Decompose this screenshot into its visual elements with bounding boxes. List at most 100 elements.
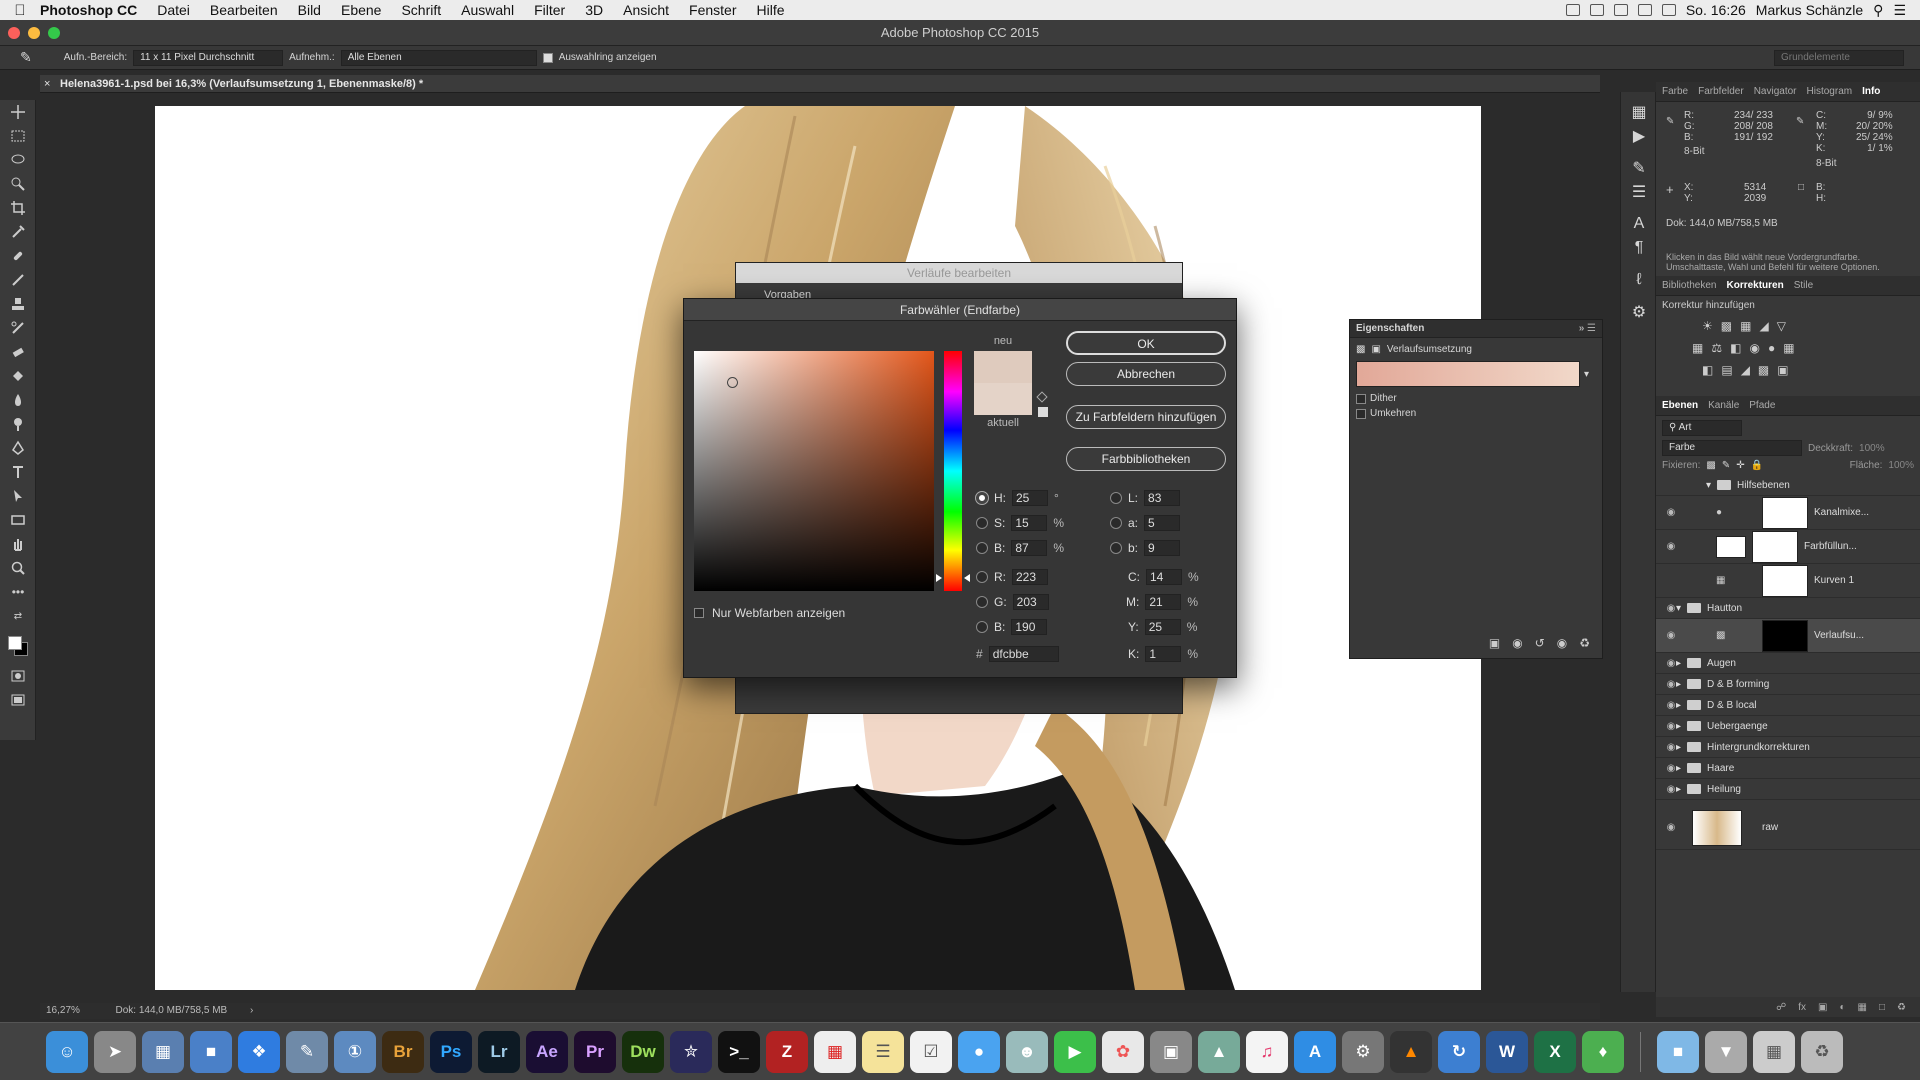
blue-radio[interactable]: [976, 621, 988, 633]
status-arrow-icon[interactable]: ›: [250, 1005, 253, 1016]
character-panel-icon[interactable]: A: [1621, 212, 1657, 236]
record-icon[interactable]: [1565, 4, 1580, 16]
red-radio[interactable]: [976, 571, 988, 583]
cyan-field[interactable]: 14: [1146, 569, 1182, 585]
after-effects-icon[interactable]: Ae: [526, 1030, 568, 1073]
web-safe-swatch-icon[interactable]: [1038, 407, 1048, 417]
lock-pixels-icon[interactable]: ▩: [1706, 460, 1715, 471]
tab-navigator[interactable]: Navigator: [1754, 86, 1797, 97]
drive-icon[interactable]: [1613, 4, 1628, 16]
eye-icon[interactable]: ◉: [1656, 679, 1686, 690]
magenta-field[interactable]: 21: [1145, 594, 1182, 610]
paragraph-panel-icon[interactable]: ¶: [1621, 236, 1657, 260]
hue-field[interactable]: 25: [1012, 490, 1048, 506]
yellow-field[interactable]: 25: [1144, 619, 1181, 635]
clip-icon[interactable]: ▣: [1489, 636, 1500, 650]
actions-panel-icon[interactable]: ▶: [1621, 124, 1657, 148]
dodge-tool[interactable]: [0, 412, 36, 436]
menu-schrift[interactable]: Schrift: [401, 2, 441, 18]
tab-farbe[interactable]: Farbe: [1662, 86, 1688, 97]
color-libraries-button[interactable]: Farbbibliotheken: [1066, 447, 1226, 471]
type-tool[interactable]: [0, 460, 36, 484]
photoshop-icon[interactable]: Ps: [430, 1030, 472, 1073]
properties-panel-icon[interactable]: ⚙: [1621, 300, 1657, 324]
current-color-swatch[interactable]: [974, 383, 1032, 415]
downloads-icon[interactable]: ▼: [1705, 1030, 1747, 1073]
photos-icon[interactable]: ✿: [1102, 1030, 1144, 1073]
close-tab-icon[interactable]: ×: [44, 75, 50, 93]
trash-dock-icon[interactable]: ♻: [1801, 1030, 1843, 1073]
mission-control-icon[interactable]: ▦: [142, 1030, 184, 1073]
invert-icon[interactable]: ◧: [1702, 363, 1713, 377]
lab-b-radio[interactable]: [1110, 542, 1122, 554]
excel-icon[interactable]: X: [1534, 1030, 1576, 1073]
eye-icon[interactable]: ◉: [1656, 603, 1686, 614]
menu-hilfe[interactable]: Hilfe: [757, 2, 785, 18]
workspace-select[interactable]: Grundelemente: [1774, 49, 1904, 66]
eyedropper-icon[interactable]: ✎: [20, 49, 32, 66]
new-layer-icon[interactable]: □: [1879, 1002, 1885, 1013]
mask-icon[interactable]: ▣: [1371, 344, 1380, 355]
swap-colors-icon[interactable]: ⇄: [0, 604, 36, 628]
teamviewer-icon[interactable]: ↻: [1438, 1030, 1480, 1073]
eyedropper-tool[interactable]: [0, 220, 36, 244]
documents-stack-icon[interactable]: ▦: [1753, 1030, 1795, 1073]
lightroom-icon[interactable]: Lr: [478, 1030, 520, 1073]
tab-korrekturen[interactable]: Korrekturen: [1726, 280, 1783, 291]
more-tools-icon[interactable]: •••: [0, 580, 36, 604]
bridge-icon[interactable]: Br: [382, 1030, 424, 1073]
move-tool[interactable]: [0, 100, 36, 124]
blue-field[interactable]: 190: [1011, 619, 1048, 635]
apple-icon[interactable]: : [0, 2, 40, 19]
menu-filter[interactable]: Filter: [534, 2, 565, 18]
hue-radio[interactable]: [975, 491, 989, 505]
tab-kanaele[interactable]: Kanäle: [1708, 400, 1739, 411]
eye-icon[interactable]: ◉: [1656, 700, 1686, 711]
lock-paint-icon[interactable]: ✎: [1722, 460, 1730, 471]
zoom-tool[interactable]: [0, 556, 36, 580]
channel-mixer-icon[interactable]: ●: [1768, 341, 1775, 355]
layer-group[interactable]: ◉ ▾ Hautton: [1656, 598, 1920, 619]
hue-slider-right-arrow[interactable]: [964, 574, 970, 582]
gradient-preview[interactable]: [1356, 361, 1580, 387]
layer-group[interactable]: ◉ ▸ D & B local: [1656, 695, 1920, 716]
filezilla-icon[interactable]: Z: [766, 1030, 808, 1073]
trash-icon[interactable]: ♻: [1897, 1002, 1906, 1013]
volume-icon[interactable]: [1661, 4, 1676, 16]
bw-icon[interactable]: ◧: [1730, 341, 1741, 355]
web-colors-checkbox[interactable]: [694, 608, 704, 618]
color-field[interactable]: [694, 351, 934, 591]
blend-mode-select[interactable]: Farbe: [1662, 440, 1802, 456]
eye-icon[interactable]: ◉: [1656, 742, 1686, 753]
sample-size-select[interactable]: 11 x 11 Pixel Durchschnitt: [133, 49, 284, 66]
rectangle-tool[interactable]: [0, 508, 36, 532]
exposure-icon[interactable]: ◢: [1759, 319, 1768, 333]
lab-b-field[interactable]: 9: [1144, 540, 1181, 556]
saturation-radio[interactable]: [976, 517, 988, 529]
gamut-warning-icon[interactable]: [1036, 391, 1048, 403]
menu-bild[interactable]: Bild: [298, 2, 321, 18]
photo-booth-icon[interactable]: ▣: [1150, 1030, 1192, 1073]
premiere-icon[interactable]: Pr: [574, 1030, 616, 1073]
menu-bearbeiten[interactable]: Bearbeiten: [210, 2, 278, 18]
menu-datei[interactable]: Datei: [157, 2, 190, 18]
vlc-icon[interactable]: ▲: [1390, 1030, 1432, 1073]
show-ring-checkbox[interactable]: [542, 52, 553, 63]
doc-size[interactable]: Dok: 144,0 MB/758,5 MB: [115, 1005, 227, 1016]
hue-slider[interactable]: [944, 351, 962, 591]
hex-field[interactable]: dfcbbe: [988, 646, 1059, 662]
finder-icon[interactable]: ☺: [46, 1030, 88, 1073]
facetime-icon[interactable]: ▶: [1054, 1030, 1096, 1073]
sample-layers-select[interactable]: Alle Ebenen: [340, 49, 537, 66]
evernote-icon[interactable]: ♦: [1582, 1030, 1624, 1073]
layer-row[interactable]: ◉ raw: [1656, 806, 1920, 850]
brightness-radio[interactable]: [976, 542, 988, 554]
launchpad-icon[interactable]: ➤: [94, 1030, 136, 1073]
menu-3d[interactable]: 3D: [585, 2, 603, 18]
vibrance-icon[interactable]: ▽: [1777, 319, 1786, 333]
fx-icon[interactable]: fx: [1798, 1002, 1806, 1013]
quick-select-tool[interactable]: [0, 172, 36, 196]
history-brush-tool[interactable]: [0, 316, 36, 340]
dropbox-icon[interactable]: [1589, 4, 1604, 16]
brush-tool[interactable]: [0, 268, 36, 292]
